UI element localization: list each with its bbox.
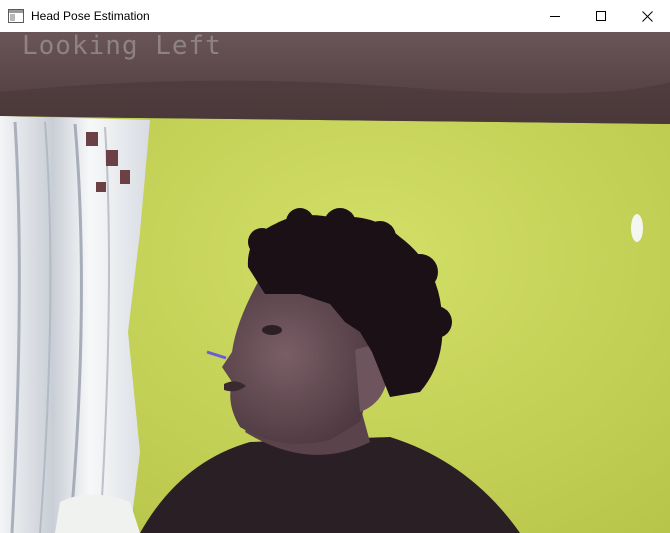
title-bar[interactable]: Head Pose Estimation [0,0,670,32]
camera-image [0,32,670,533]
minimize-button[interactable] [532,0,578,32]
video-frame: Looking Left [0,32,670,533]
close-button[interactable] [624,0,670,32]
maximize-icon [596,11,606,21]
minimize-icon [550,16,560,17]
close-icon [641,10,653,22]
pose-status-label: Looking Left [22,32,222,61]
app-window-icon [8,9,24,23]
head-pose-window: Head Pose Estimation Looking Left [0,0,670,533]
maximize-button[interactable] [578,0,624,32]
window-title: Head Pose Estimation [31,9,150,23]
window-controls [532,0,670,32]
